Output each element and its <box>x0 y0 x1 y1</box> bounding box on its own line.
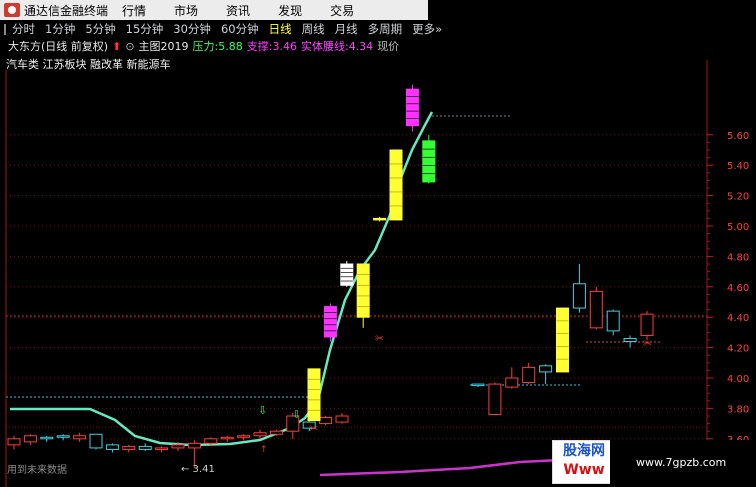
candle-body <box>204 438 218 444</box>
price-tick-label: 5.00 <box>727 222 749 233</box>
candle-body <box>539 365 553 373</box>
candle-body <box>105 444 119 450</box>
grid-layer <box>6 134 707 440</box>
candle-body <box>488 383 502 415</box>
candle-body <box>56 435 70 438</box>
candle-body <box>253 432 267 437</box>
candle-body <box>572 283 586 309</box>
candle-body <box>556 307 569 373</box>
price-tick-label: 4.20 <box>727 344 749 355</box>
price-tick-label: 5.40 <box>727 161 749 172</box>
volume-ma-line <box>319 458 561 477</box>
candle-layer <box>7 84 654 468</box>
candle-body <box>89 433 103 449</box>
candle-body <box>269 430 283 435</box>
buy-arrow-icon: ⇩ <box>292 408 301 421</box>
candle-body <box>138 445 152 450</box>
candle-body <box>323 306 337 338</box>
future-data-note: 用到未来数据 <box>7 465 67 476</box>
bow-marker-icon: ✂ <box>375 332 384 345</box>
candle-body <box>471 383 485 387</box>
bow-marker-icon: ✂ <box>643 337 652 350</box>
price-tick-label: 5.20 <box>727 192 749 203</box>
candle-body <box>73 435 87 440</box>
red-arrow-icon: ↑ <box>260 445 268 455</box>
candle-body <box>7 438 21 446</box>
price-tick-label: 4.00 <box>727 374 749 385</box>
candle-body <box>187 442 201 449</box>
candle-body <box>40 436 54 440</box>
candle-body <box>307 368 321 422</box>
price-tick-label: 3.80 <box>727 404 749 415</box>
candle-body <box>522 366 536 384</box>
candle-body <box>319 417 333 425</box>
candle-body <box>155 447 169 450</box>
candle-body <box>623 337 637 343</box>
price-tick-label: 4.40 <box>727 313 749 324</box>
candle-body <box>373 217 387 221</box>
buy-arrow-icon: ⇩ <box>258 404 267 417</box>
low-price-label: ← 3.41 <box>181 464 215 475</box>
price-tick-label: 5.60 <box>727 131 749 142</box>
candle-body <box>237 435 251 438</box>
watermark-title: 股海网 <box>563 443 605 459</box>
candle-body <box>589 290 603 329</box>
candle-body <box>505 377 519 388</box>
watermark-logo: 股海网 Www <box>552 440 616 484</box>
candlestick-chart[interactable]: 5.60 5.40 5.20 5.00 4.80 4.60 4.40 4.20 4.00 3.80… <box>0 0 756 487</box>
candle-body <box>356 263 370 318</box>
bow-marker-icon: ✂ <box>309 422 318 435</box>
candle-body <box>640 313 654 336</box>
candle-body <box>340 263 354 286</box>
candle-body <box>606 310 620 332</box>
candle-body <box>122 445 136 450</box>
candle-body <box>171 444 185 449</box>
candle-body <box>335 415 349 423</box>
watermark-www: Www <box>563 462 605 478</box>
candle-body <box>422 140 436 183</box>
candle-body <box>389 149 403 221</box>
watermark-url: www.7gpzb.com <box>636 456 727 469</box>
candle-body <box>23 435 37 443</box>
candle-body <box>220 436 234 440</box>
candle-body <box>405 88 419 127</box>
price-tick-label: 4.60 <box>727 283 749 294</box>
price-tick-label: 4.80 <box>727 252 749 263</box>
